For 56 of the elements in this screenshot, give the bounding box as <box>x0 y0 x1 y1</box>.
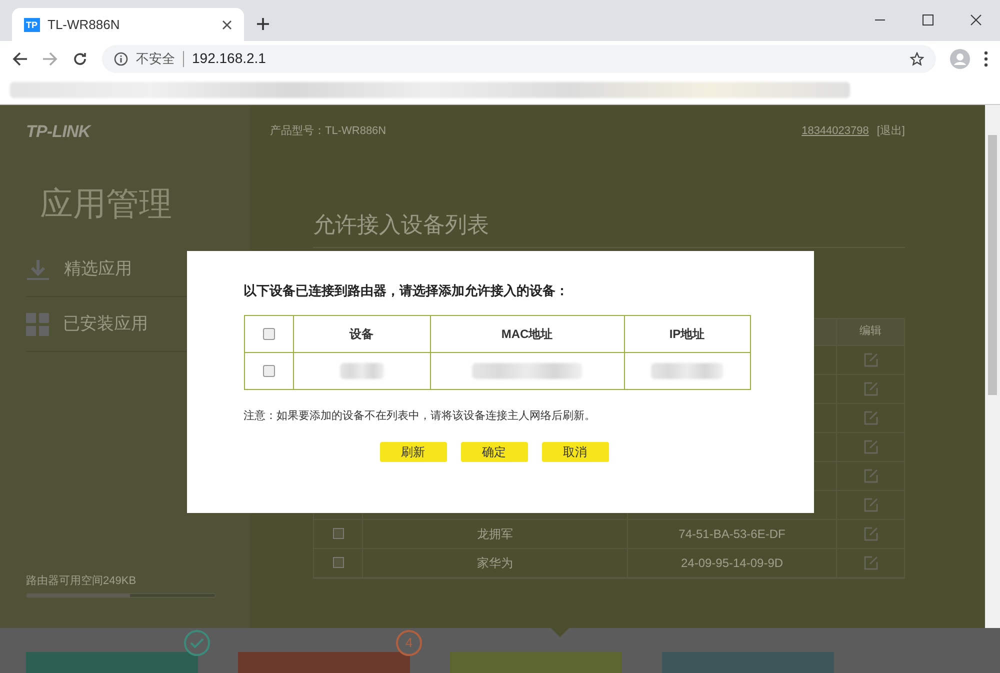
grid-icon <box>26 312 49 336</box>
device-name: 龙拥军 <box>477 526 513 542</box>
logo-text: TP-LINK <box>26 121 92 143</box>
column-header: IP地址 <box>668 326 706 342</box>
star-icon[interactable] <box>910 52 924 66</box>
edit-icon[interactable] <box>864 556 878 570</box>
dialog-button[interactable]: 确定 <box>460 442 528 462</box>
tile[interactable] <box>662 652 834 673</box>
close-icon[interactable] <box>222 20 232 30</box>
checkbox[interactable] <box>262 328 274 340</box>
security-label: 不安全 <box>136 50 175 68</box>
reload-icon[interactable] <box>72 50 88 66</box>
tile[interactable] <box>450 652 622 673</box>
maximize-icon[interactable] <box>922 14 934 26</box>
edit-icon[interactable] <box>864 468 878 482</box>
edit-icon[interactable] <box>864 526 878 540</box>
forward-arrow-icon[interactable] <box>42 50 58 66</box>
edit-icon[interactable] <box>864 352 878 366</box>
tile[interactable] <box>238 652 410 673</box>
dialog-button[interactable]: 取消 <box>542 442 608 462</box>
blurred-value <box>651 362 723 378</box>
dialog-prompt: 以下设备已连接到路由器，请选择添加允许接入的设备： <box>244 282 570 300</box>
device-name: 家华为 <box>477 554 513 572</box>
dialog-button[interactable]: 刷新 <box>380 442 446 462</box>
edit-icon[interactable] <box>864 440 878 454</box>
blurred-value <box>340 362 384 378</box>
row-checkbox[interactable] <box>332 528 344 539</box>
mac-address: 74-51-BA-53-6E-DF <box>678 526 786 542</box>
close-icon[interactable] <box>970 14 982 26</box>
sidebar-title: 应用管理 <box>40 184 173 224</box>
url-text: 192.168.2.1 <box>192 49 266 68</box>
info-icon[interactable] <box>114 52 128 66</box>
menu-icon[interactable] <box>984 50 988 66</box>
back-arrow-icon[interactable] <box>12 50 28 66</box>
column-header: 设备 <box>294 316 430 352</box>
count-badge: 4 <box>396 630 422 656</box>
dialog-note: 注意：如果要添加的设备不在列表中，请将该设备连接主人网络后刷新。 <box>244 408 596 424</box>
profile-avatar-icon[interactable] <box>950 48 970 68</box>
product-model: 产品型号：TL-WR886N <box>270 124 386 139</box>
mac-address: 24-09-95-14-09-9D <box>680 554 784 572</box>
column-header: 编辑 <box>858 324 882 340</box>
row-checkbox[interactable] <box>332 557 344 568</box>
tab-favicon: TP <box>24 18 40 32</box>
browser-tab[interactable]: TP TL-WR886N <box>12 8 244 41</box>
edit-icon[interactable] <box>864 382 878 396</box>
address-bar[interactable]: 不安全 192.168.2.1 <box>102 44 936 72</box>
tile[interactable] <box>26 652 198 673</box>
new-tab-icon[interactable] <box>256 17 270 31</box>
download-icon <box>26 258 50 280</box>
storage-label: 路由器可用空间249KB <box>26 574 138 588</box>
page-title: 允许接入设备列表 <box>313 210 490 238</box>
edit-icon[interactable] <box>864 410 878 424</box>
checkbox[interactable] <box>262 364 274 376</box>
column-header: MAC地址 <box>430 316 624 352</box>
tab-title: TL-WR886N <box>48 16 121 34</box>
edit-icon[interactable] <box>864 498 878 512</box>
